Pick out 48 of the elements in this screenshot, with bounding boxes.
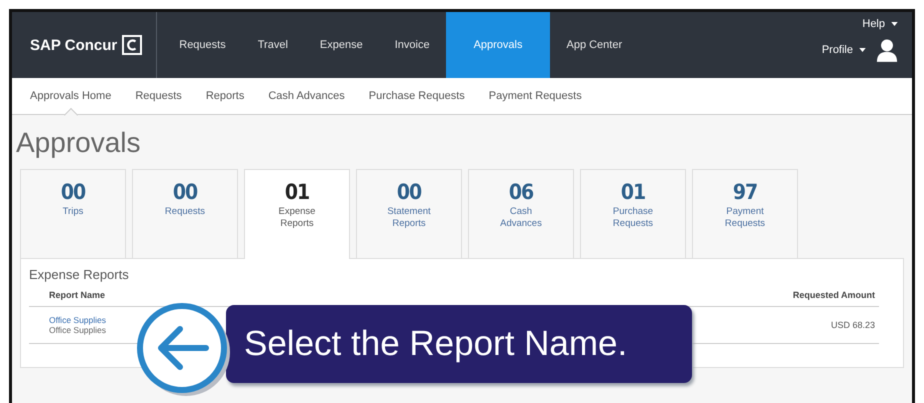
tile-label: Purchase Requests bbox=[612, 206, 654, 230]
category-tile[interactable]: 01 Purchase Requests bbox=[580, 169, 686, 258]
instruction-banner: Select the Report Name. bbox=[226, 305, 692, 383]
tile-count: 01 bbox=[284, 180, 310, 204]
nav-tab[interactable]: App Center bbox=[550, 12, 638, 78]
subnav-link[interactable]: Approvals Home bbox=[18, 78, 124, 114]
logo-c-icon bbox=[122, 35, 142, 55]
tile-label: Expense Reports bbox=[278, 206, 316, 230]
tile-count: 01 bbox=[620, 180, 646, 204]
column-header: Requested Amount bbox=[792, 290, 875, 300]
report-purpose: Office Supplies bbox=[49, 325, 106, 335]
category-tile[interactable]: 00 Statement Reports bbox=[356, 169, 462, 258]
nav-tab[interactable]: Approvals bbox=[446, 12, 550, 78]
tile-label: Requests bbox=[164, 206, 206, 218]
report-link[interactable]: Office Supplies bbox=[49, 315, 106, 325]
tile-count: 97 bbox=[732, 180, 758, 204]
subnav-link[interactable]: Requests bbox=[123, 78, 194, 114]
category-tile[interactable]: 97 Payment Requests bbox=[692, 169, 798, 258]
logo-text[interactable]: SAP Concur bbox=[30, 36, 118, 54]
page-title: Approvals bbox=[16, 127, 142, 159]
tile-label: Statement Reports bbox=[386, 206, 432, 230]
caret-icon bbox=[891, 22, 898, 26]
subnav-link[interactable]: Purchase Requests bbox=[356, 78, 477, 114]
nav-tab[interactable]: Requests bbox=[163, 12, 242, 78]
amount-cell: USD 68.23 bbox=[830, 320, 875, 330]
tile-label: Payment Requests bbox=[724, 206, 766, 230]
tile-label: Cash Advances bbox=[499, 206, 543, 230]
avatar-icon[interactable] bbox=[876, 38, 898, 62]
panel-title: Expense Reports bbox=[29, 267, 130, 282]
category-tile[interactable]: 06 Cash Advances bbox=[468, 169, 574, 258]
category-tile[interactable]: 00 Requests bbox=[132, 169, 238, 258]
tile-count: 00 bbox=[60, 180, 86, 204]
column-header: Report Name bbox=[49, 290, 106, 300]
category-tile[interactable]: 00 Trips bbox=[20, 169, 126, 258]
help-menu[interactable]: Help bbox=[862, 18, 898, 30]
nav-tab[interactable]: Invoice bbox=[378, 12, 446, 78]
category-tile[interactable]: 01 Expense Reports bbox=[244, 169, 350, 259]
subnav-link[interactable]: Cash Advances bbox=[256, 78, 357, 114]
nav-tab[interactable]: Travel bbox=[242, 12, 304, 78]
tile-count: 06 bbox=[508, 180, 534, 204]
subnav-link[interactable]: Payment Requests bbox=[476, 78, 594, 114]
tile-count: 00 bbox=[396, 180, 422, 204]
tile-count: 00 bbox=[172, 180, 198, 204]
subnav-link[interactable]: Reports bbox=[194, 78, 256, 114]
profile-menu[interactable]: Profile bbox=[822, 44, 866, 56]
tile-label: Trips bbox=[62, 206, 84, 218]
caret-icon bbox=[859, 48, 866, 52]
nav-tab[interactable]: Expense bbox=[304, 12, 379, 78]
